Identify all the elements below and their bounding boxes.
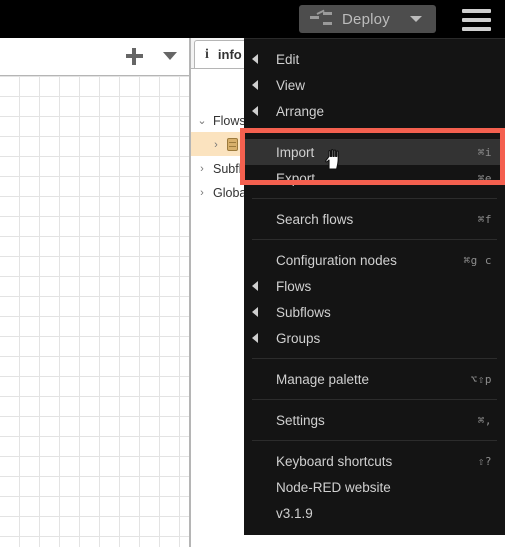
- info-icon: i: [205, 46, 209, 62]
- submenu-arrow-left-icon: [252, 307, 258, 317]
- menu-item-label: Arrange: [276, 103, 325, 119]
- menu-item-groups[interactable]: Groups: [244, 325, 505, 351]
- menu-item-edit[interactable]: Edit: [244, 46, 505, 72]
- menu-item-keyboard-shortcuts[interactable]: Keyboard shortcuts ⇧?: [244, 448, 505, 474]
- header-bar: Deploy: [0, 0, 505, 38]
- menu-separator: [252, 131, 497, 132]
- menu-item-label: Groups: [276, 330, 321, 346]
- submenu-arrow-left-icon: [252, 106, 258, 116]
- hamburger-menu-icon[interactable]: [462, 9, 491, 31]
- flow-node-icon: [227, 138, 238, 151]
- chevron-right-icon[interactable]: ›: [205, 139, 227, 151]
- menu-item-label: Manage palette: [276, 371, 370, 387]
- menu-item-arrange[interactable]: Arrange: [244, 98, 505, 124]
- deploy-button-label: Deploy: [342, 10, 390, 28]
- flow-workspace: [0, 38, 190, 547]
- deploy-icon: [310, 9, 332, 27]
- deploy-chevron-down-icon[interactable]: [410, 16, 422, 22]
- menu-item-shortcut: ⇧?: [477, 454, 492, 468]
- menu-item-label: Keyboard shortcuts: [276, 453, 393, 469]
- menu-item-search-flows[interactable]: Search flows ⌘f: [244, 206, 505, 232]
- menu-item-label: Subflows: [276, 304, 331, 320]
- menu-item-configuration-nodes[interactable]: Configuration nodes ⌘g c: [244, 247, 505, 273]
- menu-item-label: Configuration nodes: [276, 252, 397, 268]
- menu-item-v3-1-9[interactable]: v3.1.9: [244, 500, 505, 526]
- menu-item-import[interactable]: Import ⌘i: [244, 139, 505, 165]
- menu-item-label: Settings: [276, 412, 325, 428]
- flow-tab-bar: [0, 38, 190, 76]
- menu-item-view[interactable]: View: [244, 72, 505, 98]
- menu-item-shortcut: ⌘g c: [463, 253, 492, 267]
- menu-item-label: Edit: [276, 51, 300, 67]
- menu-separator: [252, 358, 497, 359]
- menu-item-shortcut: ⌥⇧p: [470, 372, 492, 386]
- menu-item-node-red-website[interactable]: Node-RED website: [244, 474, 505, 500]
- flow-canvas[interactable]: [0, 76, 190, 547]
- add-flow-tab-button[interactable]: [125, 47, 143, 65]
- main-menu: Edit View Arrange Import ⌘i Export ⌘e Search fl…: [244, 38, 505, 535]
- menu-item-shortcut: ⌘,: [477, 413, 492, 427]
- menu-item-label: Flows: [276, 278, 312, 294]
- menu-separator: [252, 399, 497, 400]
- menu-item-label: Node-RED website: [276, 479, 391, 495]
- node-red-editor: i info ⌄ Flows › › Subflows › Global Deploy Ed…: [0, 0, 505, 547]
- menu-separator: [252, 198, 497, 199]
- chevron-down-icon[interactable]: ⌄: [191, 114, 213, 127]
- menu-separator: [252, 239, 497, 240]
- submenu-arrow-left-icon: [252, 80, 258, 90]
- submenu-arrow-left-icon: [252, 281, 258, 291]
- menu-bottom-padding: [244, 526, 505, 535]
- chevron-right-icon[interactable]: ›: [191, 187, 213, 199]
- menu-item-settings[interactable]: Settings ⌘,: [244, 407, 505, 433]
- menu-item-label: Import: [276, 144, 315, 160]
- menu-top-padding: [244, 39, 505, 46]
- menu-item-shortcut: ⌘e: [477, 171, 492, 185]
- menu-item-label: v3.1.9: [276, 505, 313, 521]
- sidebar-tab-label: info: [217, 47, 242, 62]
- deploy-button[interactable]: Deploy: [299, 5, 436, 33]
- flow-tab-list-chevron-down-icon[interactable]: [163, 52, 177, 60]
- menu-item-shortcut: ⌘f: [477, 212, 492, 226]
- menu-item-flows[interactable]: Flows: [244, 273, 505, 299]
- menu-separator: [252, 440, 497, 441]
- tree-item-label: Flows: [213, 113, 246, 128]
- chevron-right-icon[interactable]: ›: [191, 163, 213, 175]
- submenu-arrow-left-icon: [252, 54, 258, 64]
- submenu-arrow-left-icon: [252, 333, 258, 343]
- menu-item-label: View: [276, 77, 306, 93]
- menu-item-label: Export: [276, 170, 316, 186]
- menu-item-export[interactable]: Export ⌘e: [244, 165, 505, 191]
- menu-item-shortcut: ⌘i: [477, 145, 492, 159]
- menu-item-subflows[interactable]: Subflows: [244, 299, 505, 325]
- menu-item-label: Search flows: [276, 211, 354, 227]
- menu-item-manage-palette[interactable]: Manage palette ⌥⇧p: [244, 366, 505, 392]
